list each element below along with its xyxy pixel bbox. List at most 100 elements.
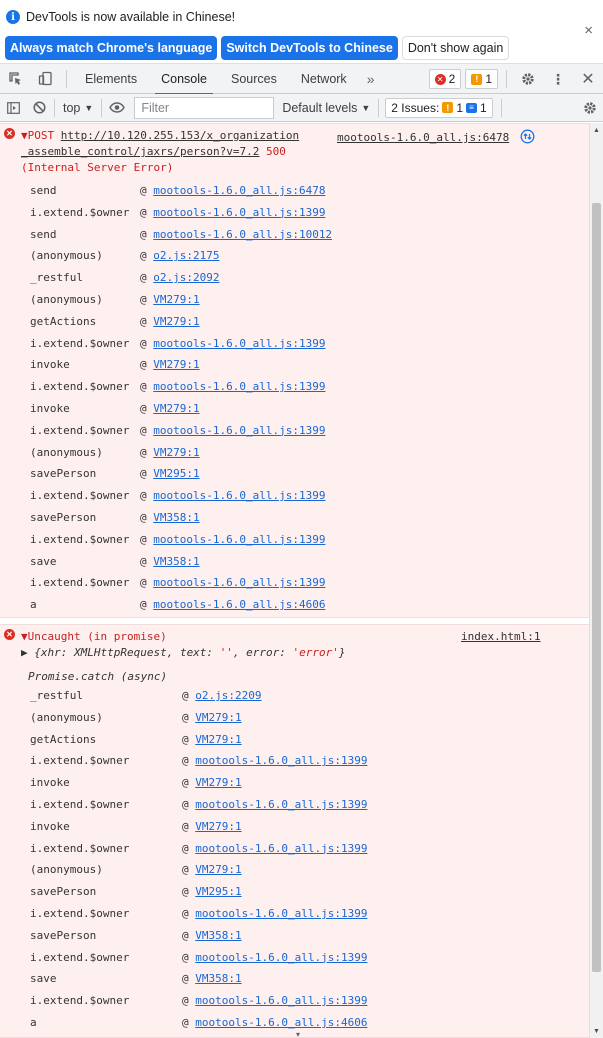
stack-frame-at: @ mootools-1.6.0_all.js:1399 <box>140 336 326 350</box>
source-link[interactable]: mootools-1.6.0_all.js:6478 <box>337 131 509 144</box>
stack-frame-source-link[interactable]: o2.js:2209 <box>195 689 261 702</box>
log-levels-label: Default levels <box>282 100 358 115</box>
stack-frame-source-link[interactable]: mootools-1.6.0_all.js:1399 <box>195 798 367 811</box>
stack-frame-source-link[interactable]: VM295:1 <box>153 467 199 480</box>
settings-gear-icon[interactable] <box>513 64 543 94</box>
stack-frame-source-link[interactable]: mootools-1.6.0_all.js:1399 <box>153 337 325 350</box>
error-object-end: } <box>338 646 346 659</box>
stack-frame-at: @ mootools-1.6.0_all.js:1399 <box>182 754 368 768</box>
stack-frame-source-link[interactable]: mootools-1.6.0_all.js:1399 <box>195 842 367 855</box>
issues-warning-count: 1 <box>456 100 463 115</box>
close-icon[interactable]: × <box>584 22 593 39</box>
network-request-icon[interactable] <box>520 129 535 144</box>
stack-frame-function: savePerson <box>30 928 97 942</box>
device-toolbar-icon[interactable] <box>30 64 60 94</box>
stack-frame-source-link[interactable]: mootools-1.6.0_all.js:1399 <box>153 489 325 502</box>
stack-frame-source-link[interactable]: mootools-1.6.0_all.js:1399 <box>153 206 325 219</box>
stack-frame-source-link[interactable]: mootools-1.6.0_all.js:1399 <box>153 380 325 393</box>
more-options-icon[interactable]: ⋮ <box>543 64 573 94</box>
issues-button[interactable]: 2 Issues: ! 1 ≡ 1 <box>385 97 493 118</box>
stack-frame-function: (anonymous) <box>30 445 103 459</box>
scroll-down-arrow-icon[interactable]: ▼ <box>590 1024 603 1038</box>
stack-frame-function: _restful <box>30 689 83 702</box>
stack-frame-source-link[interactable]: o2.js:2175 <box>153 249 219 262</box>
console-settings-gear-icon[interactable] <box>577 94 603 122</box>
console-scrollbar[interactable]: ▲ ▼ <box>589 123 603 1038</box>
expand-triangle-icon[interactable]: ▼POST <box>21 129 54 142</box>
request-line-2: _assemble_control/jaxrs/person?v=7.2 500 <box>21 145 286 158</box>
scroll-up-arrow-icon[interactable]: ▲ <box>590 123 603 137</box>
clear-console-icon[interactable] <box>26 94 52 122</box>
stack-frame-function: savePerson <box>30 467 97 481</box>
stack-frame-function: _restful <box>30 271 83 285</box>
stack-frame-source-link[interactable]: mootools-1.6.0_all.js:1399 <box>153 533 325 546</box>
stack-frame-source-link[interactable]: VM279:1 <box>153 315 199 328</box>
stack-frame-source-link[interactable]: VM279:1 <box>195 711 241 724</box>
drawer-resize-handle-icon[interactable]: ▾ <box>288 1031 308 1038</box>
more-tabs-icon[interactable]: » <box>359 71 383 87</box>
error-object-mid: , error: <box>232 646 293 659</box>
close-devtools-icon[interactable]: ✕ <box>573 64 603 94</box>
always-match-language-button[interactable]: Always match Chrome's language <box>5 36 218 60</box>
error-object[interactable]: ▶ {xhr: XMLHttpRequest, text: '', error:… <box>21 646 346 659</box>
stack-frame-function: i.extend.$owner <box>30 841 130 855</box>
stack-frame-source-link[interactable]: VM279:1 <box>153 446 199 459</box>
stack-frame-source-link[interactable]: mootools-1.6.0_all.js:4606 <box>153 598 325 611</box>
stack-frame-source-link[interactable]: VM358:1 <box>153 555 199 568</box>
console-error-entry: ✕ ▼Uncaught (in promise) index.html:1 ▶ … <box>0 624 603 1038</box>
tab-sources[interactable]: Sources <box>219 64 289 94</box>
warning-counter[interactable]: ! 1 <box>465 69 498 89</box>
log-levels-dropdown[interactable]: Default levels ▼ <box>276 101 376 115</box>
inspect-element-icon[interactable] <box>0 64 30 94</box>
live-expression-eye-icon[interactable] <box>104 94 130 122</box>
stack-frame-source-link[interactable]: o2.js:2092 <box>153 271 219 284</box>
async-label: Promise.catch (async) <box>28 670 168 683</box>
show-sidebar-icon[interactable] <box>0 94 26 122</box>
tab-network[interactable]: Network <box>289 64 359 94</box>
stack-frame-source-link[interactable]: VM279:1 <box>195 776 241 789</box>
warning-icon: ! <box>471 73 483 85</box>
stack-frame-function: i.extend.$owner <box>30 423 130 437</box>
source-link[interactable]: index.html:1 <box>461 630 540 643</box>
stack-frame-source-link[interactable]: VM279:1 <box>153 358 199 371</box>
stack-frame-source-link[interactable]: VM279:1 <box>195 863 241 876</box>
infobar-message-row: i DevTools is now available in Chinese! <box>6 10 235 24</box>
stack-frame-source-link[interactable]: VM279:1 <box>153 402 199 415</box>
stack-frame-source-link[interactable]: VM358:1 <box>195 929 241 942</box>
filter-input[interactable]: Filter <box>134 96 275 119</box>
stack-frame-source-link[interactable]: VM358:1 <box>153 511 199 524</box>
error-counter[interactable]: ✕ 2 <box>428 69 462 89</box>
stack-frame-source-link[interactable]: mootools-1.6.0_all.js:1399 <box>195 754 367 767</box>
stack-frame-at: @ VM358:1 <box>182 972 242 986</box>
stack-frame-source-link[interactable]: VM279:1 <box>195 820 241 833</box>
stack-frame-source-link[interactable]: VM358:1 <box>195 972 241 985</box>
stack-frame-source-link[interactable]: mootools-1.6.0_all.js:4606 <box>195 1016 367 1029</box>
scrollbar-thumb[interactable] <box>592 203 601 972</box>
stack-frame-at: @ o2.js:2209 <box>182 689 262 702</box>
stack-frame-source-link[interactable]: mootools-1.6.0_all.js:1399 <box>195 907 367 920</box>
stack-frame-source-link[interactable]: VM279:1 <box>195 733 241 746</box>
stack-frame-at: @ VM279:1 <box>182 863 242 877</box>
error-icon: ✕ <box>434 73 446 85</box>
stack-frame-source-link[interactable]: mootools-1.6.0_all.js:10012 <box>153 228 332 241</box>
switch-to-chinese-button[interactable]: Switch DevTools to Chinese <box>221 36 398 60</box>
tab-console[interactable]: Console <box>149 64 219 95</box>
stack-frame-source-link[interactable]: mootools-1.6.0_all.js:6478 <box>153 184 325 197</box>
stack-frame-source-link[interactable]: mootools-1.6.0_all.js:1399 <box>195 994 367 1007</box>
toolbar-divider <box>101 98 103 117</box>
request-url-continued[interactable]: _assemble_control/jaxrs/person?v=7.2 <box>21 145 259 158</box>
context-selector[interactable]: top ▼ <box>57 101 99 115</box>
stack-frame-source-link[interactable]: VM279:1 <box>153 293 199 306</box>
stack-frame-source-link[interactable]: mootools-1.6.0_all.js:1399 <box>195 951 367 964</box>
uncaught-line[interactable]: ▼Uncaught (in promise) <box>21 630 167 643</box>
dont-show-again-button[interactable]: Don't show again <box>401 36 510 60</box>
tab-elements[interactable]: Elements <box>73 64 149 94</box>
stack-frame-source-link[interactable]: mootools-1.6.0_all.js:1399 <box>153 576 325 589</box>
stack-frame-at: @ mootools-1.6.0_all.js:1399 <box>182 994 368 1008</box>
stack-frame-source-link[interactable]: VM295:1 <box>195 885 241 898</box>
request-url[interactable]: http://10.120.255.153/x_organization <box>61 129 299 142</box>
toolbar-divider <box>66 69 67 88</box>
toolbar-divider <box>500 98 502 117</box>
stack-frame-source-link[interactable]: mootools-1.6.0_all.js:1399 <box>153 424 325 437</box>
stack-frame-at: @ mootools-1.6.0_all.js:1399 <box>140 576 326 590</box>
